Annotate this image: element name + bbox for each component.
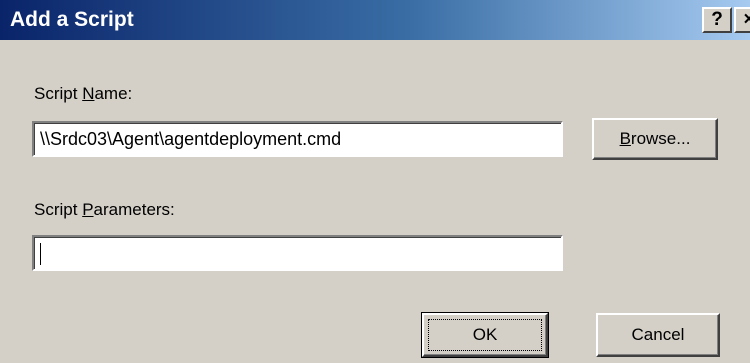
script-name-label-suffix: ame: [94,84,133,103]
script-name-label: Script Name: [34,84,132,104]
script-params-input[interactable] [32,235,563,271]
close-button[interactable]: × [734,7,750,33]
browse-button-label: Browse... [620,120,691,158]
dialog-title: Add a Script [10,8,134,31]
close-icon: × [743,9,750,30]
script-params-label-accel: P [82,200,94,219]
help-icon: ? [711,9,723,30]
script-name-input[interactable]: \\Srdc03\Agent\agentdeployment.cmd [32,121,563,157]
browse-button[interactable]: Browse... [592,118,718,160]
text-caret [40,243,41,266]
script-params-label-prefix: Script [34,200,83,219]
script-params-label: Script Parameters: [34,200,175,220]
cancel-button-label: Cancel [631,325,685,344]
browse-rest: rowse... [630,129,691,148]
script-name-label-accel: N [82,84,95,103]
title-bar[interactable]: Add a Script ? × [0,0,750,40]
browse-accel: B [619,129,631,148]
script-name-value: \\Srdc03\Agent\agentdeployment.cmd [40,129,342,149]
ok-button-label: OK [472,325,498,344]
add-script-dialog: Add a Script ? × Script Name: \\Srdc03\A… [0,0,750,363]
script-params-label-suffix: arameters: [93,200,175,219]
cancel-button[interactable]: Cancel [596,313,720,357]
help-button[interactable]: ? [702,7,732,33]
ok-button[interactable]: OK [421,312,549,358]
script-name-label-prefix: Script [34,84,83,103]
